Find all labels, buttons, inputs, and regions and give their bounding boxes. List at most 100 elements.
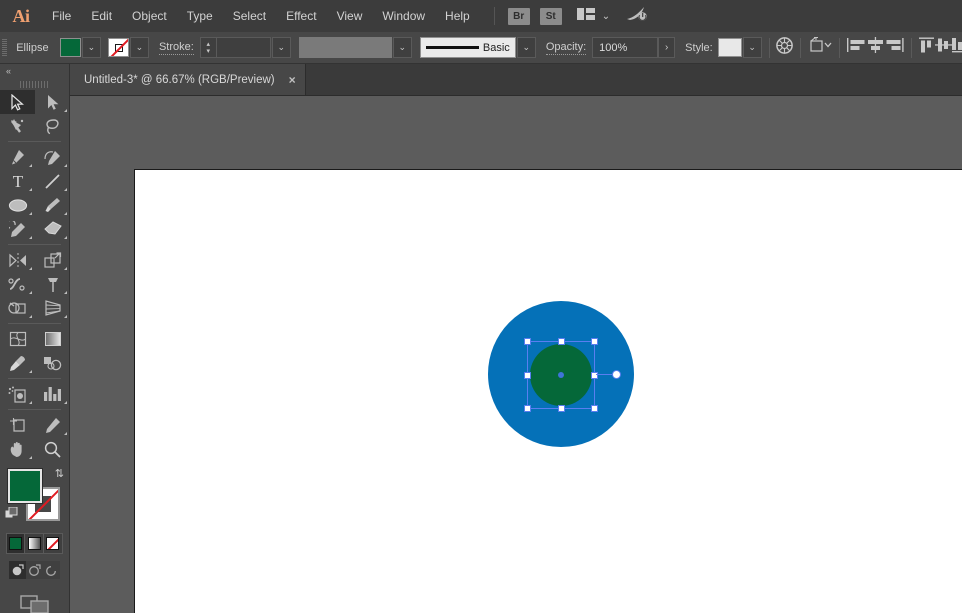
type-tool[interactable]: T — [0, 169, 35, 193]
collapse-panel-button[interactable]: « — [0, 64, 69, 78]
pen-tool[interactable] — [0, 145, 35, 169]
fill-color-chevron[interactable]: ⌄ — [82, 37, 101, 58]
center-anchor-point[interactable] — [558, 372, 564, 378]
draw-normal-button[interactable] — [9, 561, 26, 579]
fill-color-box[interactable] — [8, 469, 42, 503]
graphic-style-chevron[interactable]: ⌄ — [743, 37, 762, 58]
line-segment-tool[interactable] — [35, 169, 70, 193]
control-bar-grip[interactable] — [0, 32, 8, 64]
brush-definition-display[interactable]: Basic — [420, 37, 516, 58]
menu-item-select[interactable]: Select — [223, 0, 276, 32]
canvas-area[interactable]: om — [70, 96, 962, 613]
direct-selection-tool[interactable] — [35, 90, 70, 114]
fill-color-swatch[interactable] — [60, 38, 81, 57]
color-mode-button[interactable] — [7, 534, 25, 553]
variable-width-chevron[interactable]: ⌄ — [393, 37, 412, 58]
lasso-tool[interactable] — [35, 114, 70, 138]
selection-handle-top-left[interactable] — [524, 338, 531, 345]
bridge-button[interactable]: Br — [508, 8, 530, 25]
paintbrush-tool[interactable] — [35, 193, 70, 217]
curvature-tool[interactable] — [35, 145, 70, 169]
align-vertical-center-button[interactable] — [935, 36, 952, 60]
brush-definition-name: Basic — [483, 42, 510, 54]
scale-tool[interactable] — [35, 248, 70, 272]
menu-item-effect[interactable]: Effect — [276, 0, 326, 32]
rotate-tool[interactable] — [0, 248, 35, 272]
menu-item-view[interactable]: View — [327, 0, 373, 32]
transform-button[interactable] — [808, 36, 832, 60]
align-left-button[interactable] — [847, 36, 866, 60]
tool-flyout-indicator — [64, 291, 67, 294]
selection-handle-bottom-center[interactable] — [558, 405, 565, 412]
draw-behind-button[interactable] — [26, 561, 43, 579]
menu-item-type[interactable]: Type — [177, 0, 223, 32]
stroke-weight-chevron[interactable]: ⌄ — [272, 37, 291, 58]
workspace-switcher-button[interactable]: ⌄ — [577, 7, 610, 25]
align-right-button[interactable] — [885, 36, 904, 60]
eraser-tool[interactable] — [35, 217, 70, 241]
slice-tool[interactable] — [35, 413, 70, 437]
none-mode-button[interactable] — [44, 534, 62, 553]
align-bottom-button[interactable] — [952, 36, 962, 60]
tools-panel-grip[interactable] — [0, 78, 69, 90]
stroke-color-swatch[interactable] — [108, 38, 129, 57]
zoom-tool[interactable] — [35, 437, 70, 461]
shaper-tool[interactable] — [0, 217, 35, 241]
artboard[interactable]: om — [134, 169, 962, 613]
selection-handle-top-center[interactable] — [558, 338, 565, 345]
document-tab[interactable]: Untitled-3* @ 66.67% (RGB/Preview) × — [70, 64, 306, 95]
gradient-swatch-icon — [28, 537, 41, 550]
variable-width-profile-input[interactable] — [299, 37, 392, 58]
stroke-weight-stepper[interactable]: ▴ ▾ — [200, 37, 216, 58]
graphic-style-swatch[interactable] — [718, 38, 742, 57]
stroke-weight-input[interactable] — [216, 37, 271, 58]
perspective-grid-tool[interactable] — [35, 296, 70, 320]
swap-fill-stroke-icon[interactable]: ⇅ — [55, 467, 64, 480]
illustrator-window: Ai File Edit Object Type Select Effect V… — [0, 0, 962, 613]
align-top-button[interactable] — [918, 36, 935, 60]
brush-definition-chevron[interactable]: ⌄ — [517, 37, 536, 58]
draw-inside-button[interactable] — [43, 561, 60, 579]
gradient-tool[interactable] — [35, 327, 70, 351]
column-graph-tool[interactable] — [35, 382, 70, 406]
close-icon[interactable]: × — [289, 73, 296, 87]
default-fill-stroke-icon[interactable] — [5, 507, 19, 521]
change-screen-mode-button[interactable] — [0, 593, 69, 613]
align-horizontal-center-button[interactable] — [866, 36, 885, 60]
opacity-expand-button[interactable]: › — [658, 37, 675, 58]
hand-tool[interactable] — [0, 437, 35, 461]
ellipse-tool[interactable] — [0, 193, 35, 217]
menu-item-file[interactable]: File — [42, 0, 81, 32]
menu-item-object[interactable]: Object — [122, 0, 177, 32]
search-adobe-stock-button[interactable] — [626, 6, 648, 27]
free-transform-tool[interactable] — [35, 272, 70, 296]
stroke-weight-label[interactable]: Stroke: — [159, 41, 194, 55]
menu-item-window[interactable]: Window — [372, 0, 435, 32]
magic-wand-tool[interactable] — [0, 114, 35, 138]
tool-flyout-indicator — [64, 401, 67, 404]
menu-item-edit[interactable]: Edit — [81, 0, 122, 32]
blend-tool[interactable] — [35, 351, 70, 375]
width-tool[interactable] — [0, 272, 35, 296]
shape-builder-tool[interactable] — [0, 296, 35, 320]
rotation-widget-handle[interactable] — [612, 370, 621, 379]
tools-group-selection — [0, 90, 70, 138]
selection-handle-middle-left[interactable] — [524, 372, 531, 379]
opacity-label[interactable]: Opacity: — [546, 41, 586, 55]
eyedropper-tool[interactable] — [0, 351, 35, 375]
opacity-input[interactable]: 100% — [592, 37, 658, 58]
selection-handle-bottom-right[interactable] — [591, 405, 598, 412]
selection-handle-bottom-left[interactable] — [524, 405, 531, 412]
artboard-tool[interactable] — [0, 413, 35, 437]
tools-divider-3 — [8, 323, 61, 324]
symbol-sprayer-tool[interactable] — [0, 382, 35, 406]
stock-button[interactable]: St — [540, 8, 562, 25]
selection-handle-middle-right[interactable] — [591, 372, 598, 379]
selection-handle-top-right[interactable] — [591, 338, 598, 345]
recolor-artwork-button[interactable] — [776, 36, 793, 60]
mesh-tool[interactable] — [0, 327, 35, 351]
gradient-mode-button[interactable] — [25, 534, 43, 553]
menu-item-help[interactable]: Help — [435, 0, 480, 32]
selection-tool[interactable] — [0, 90, 35, 114]
stroke-color-chevron[interactable]: ⌄ — [130, 37, 149, 58]
